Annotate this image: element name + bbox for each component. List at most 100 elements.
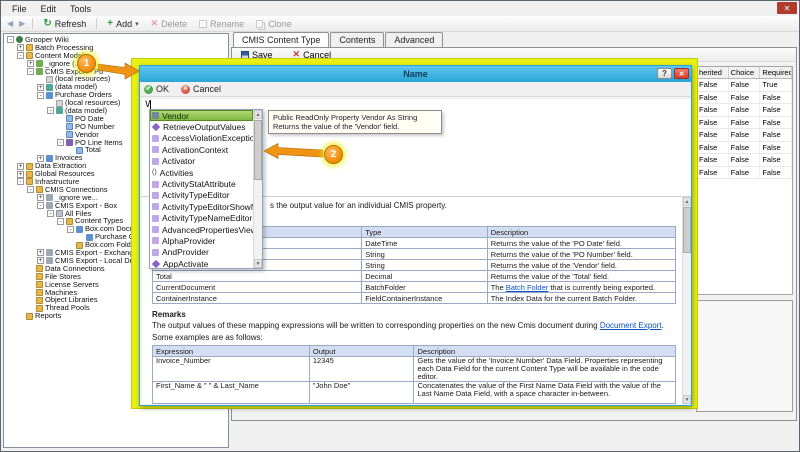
tree-expander-icon[interactable]: +	[17, 171, 24, 178]
tree-node-icon	[66, 218, 73, 225]
dialog-title: Name	[403, 69, 428, 79]
menu-item[interactable]: Tools	[63, 3, 98, 15]
scrollbar-thumb[interactable]	[254, 120, 262, 180]
tree-expander-icon[interactable]: -	[27, 186, 34, 193]
help-button[interactable]: ?	[657, 68, 672, 79]
tree-expander-icon[interactable]: +	[37, 84, 44, 91]
intellisense-scrollbar[interactable]: ▲ ▼	[253, 110, 262, 268]
intellisense-item-label: RetrieveOutputValues	[163, 122, 246, 132]
intellisense-item[interactable]: Activities	[150, 167, 253, 178]
table-header-description: Description	[487, 227, 675, 238]
menu-bar: FileEditTools ✕	[1, 1, 799, 16]
tree-node-icon	[36, 68, 43, 75]
forward-button[interactable]: ▶	[17, 19, 27, 28]
tree-expander-icon[interactable]: -	[7, 36, 14, 43]
examples-intro-text: Some examples are as follows:	[152, 333, 676, 342]
intellisense-item[interactable]: ActivityTypeEditor	[150, 190, 253, 201]
tree-node-label: Total	[85, 146, 101, 154]
grid-cell: False	[729, 104, 761, 116]
tree-expander-icon[interactable]: +	[27, 60, 34, 67]
intellisense-item[interactable]: AppActivate	[150, 258, 253, 268]
tree-node-icon	[36, 289, 43, 296]
grid-row[interactable]: FalseFalseFalse	[697, 154, 792, 167]
back-button[interactable]: ◀	[5, 19, 15, 28]
intellisense-item[interactable]: ActivityTypeEditorShowNone	[150, 201, 253, 212]
tree-expander-icon[interactable]: -	[57, 218, 64, 225]
tree-expander-icon[interactable]: +	[37, 257, 44, 264]
intellisense-item[interactable]: AccessViolationException	[150, 133, 253, 144]
intellisense-item[interactable]: Vendor	[150, 110, 253, 121]
table-row: ContainerInstance FieldContainerInstance…	[153, 293, 676, 304]
rename-button[interactable]: Rename	[194, 18, 249, 30]
tree-expander-icon[interactable]: -	[47, 107, 54, 114]
grid-row[interactable]: FalseFalseFalse	[697, 104, 792, 117]
scroll-up-icon[interactable]: ▲	[254, 110, 262, 119]
intellisense-item[interactable]: ActivityTypeNameEditor	[150, 213, 253, 224]
tree-expander-icon[interactable]: +	[17, 44, 24, 51]
grid-column-header[interactable]: herited	[697, 67, 729, 78]
tab[interactable]: CMIS Content Type	[233, 32, 329, 47]
grid-row[interactable]: FalseFalseFalse	[697, 117, 792, 130]
batch-folder-link[interactable]: Batch Folder	[506, 283, 549, 292]
dialog-close-button[interactable]: ✕	[674, 68, 689, 79]
intellisense-item[interactable]: AndProvider	[150, 247, 253, 258]
grid-cell: False	[760, 104, 792, 116]
ok-button[interactable]: ✔ OK	[144, 84, 169, 94]
tree-expander-icon[interactable]: -	[27, 68, 34, 75]
scroll-up-icon[interactable]: ▲	[683, 197, 691, 206]
intellisense-item[interactable]: Activator	[150, 156, 253, 167]
grid-cell: False	[729, 117, 761, 129]
tree-expander-icon[interactable]: -	[67, 226, 74, 233]
menu-item[interactable]: File	[5, 3, 34, 15]
property-grid: heritedChoiceRequired FalseFalseTrueFals…	[696, 66, 793, 295]
intellisense-item-label: ActivityTypeEditorShowNone	[162, 202, 253, 212]
refresh-button[interactable]: ↻ Refresh	[38, 18, 91, 30]
clone-button[interactable]: Clone	[251, 18, 297, 30]
scroll-down-icon[interactable]: ▼	[254, 259, 262, 268]
grid-cell: False	[760, 154, 792, 166]
tab[interactable]: Advanced	[385, 32, 443, 47]
grid-row[interactable]: FalseFalseFalse	[697, 167, 792, 180]
tree-expander-icon[interactable]: -	[37, 202, 44, 209]
tree-expander-icon[interactable]: -	[17, 52, 24, 59]
add-button[interactable]: + Add ▾	[102, 18, 143, 30]
intellisense-item-label: ActivationContext	[162, 145, 228, 155]
tree-expander-icon[interactable]: +	[37, 194, 44, 201]
window-close-button[interactable]: ✕	[777, 2, 797, 14]
tree-expander-icon[interactable]: -	[37, 92, 44, 99]
examples-table: Expression Output Description Invoice_Nu…	[152, 345, 676, 404]
tree-expander-icon[interactable]: -	[57, 139, 64, 146]
text-caret	[150, 100, 151, 109]
tab[interactable]: Contents	[330, 32, 384, 47]
tree-expander-icon[interactable]: +	[17, 163, 24, 170]
grid-cell: False	[729, 167, 761, 179]
grid-cell: False	[697, 117, 729, 129]
scrollbar-thumb[interactable]	[683, 207, 691, 253]
intellisense-item[interactable]: RetrieveOutputValues	[150, 121, 253, 132]
menu-item[interactable]: Edit	[34, 3, 64, 15]
delete-button[interactable]: ✕ Delete	[146, 18, 193, 30]
intellisense-item[interactable]: AlphaProvider	[150, 235, 253, 246]
tab-strip: CMIS Content TypeContentsAdvanced	[231, 32, 799, 47]
intellisense-item[interactable]: ActivationContext	[150, 144, 253, 155]
grid-column-header[interactable]: Required	[760, 67, 792, 78]
grid-row[interactable]: FalseFalseTrue	[697, 79, 792, 92]
tree-node-icon	[36, 60, 43, 67]
grid-row[interactable]: FalseFalseFalse	[697, 129, 792, 142]
callout-1: 1	[77, 54, 96, 73]
grid-row[interactable]: FalseFalseFalse	[697, 92, 792, 105]
grid-row[interactable]: FalseFalseFalse	[697, 142, 792, 155]
tree-expander-icon[interactable]: +	[37, 249, 44, 256]
chevron-down-icon: ▾	[135, 20, 139, 28]
tree-expander-icon[interactable]: -	[17, 178, 24, 185]
grid-column-header[interactable]: Choice	[729, 67, 761, 78]
dialog-cancel-button[interactable]: ✕ Cancel	[181, 84, 221, 94]
intellisense-item[interactable]: AdvancedPropertiesViewer	[150, 224, 253, 235]
member-tooltip: Public ReadOnly Property Vendor As Strin…	[268, 110, 442, 134]
doc-scrollbar[interactable]: ▲ ▼	[682, 197, 691, 404]
scroll-down-icon[interactable]: ▼	[683, 395, 691, 404]
tree-node-icon	[46, 92, 53, 99]
intellisense-item[interactable]: ActivityStatAttribute	[150, 178, 253, 189]
document-export-link[interactable]: Document Export	[600, 321, 662, 330]
tree-expander-icon[interactable]: -	[47, 210, 54, 217]
